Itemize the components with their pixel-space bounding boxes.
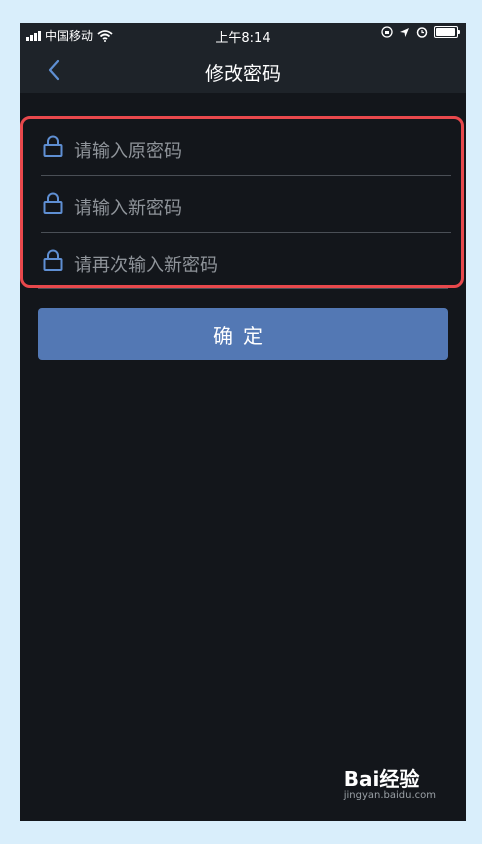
battery-icon [434,26,460,38]
confirm-button[interactable]: 确定 [38,308,448,360]
divider [38,288,448,289]
new-password-placeholder: 请输入新密码 [74,198,182,219]
watermark-url: jingyan.baidu.com [343,790,436,801]
page-title: 修改密码 [204,63,281,85]
alarm-icon [416,27,428,38]
watermark: Bai经验 jingyan.baidu.com [344,763,436,801]
lock-icon [43,135,63,157]
nav-bar: 修改密码 [20,47,466,93]
old-password-placeholder: 请输入原密码 [74,141,182,162]
watermark-brand-text: Bai经验 [343,767,420,791]
lock-icon [43,249,63,271]
rotation-lock-icon [381,26,393,38]
status-right [381,26,460,38]
location-icon [400,27,409,37]
lock-icon [43,192,63,214]
confirm-password-field[interactable]: 请再次输入新密码 [41,233,451,289]
old-password-field[interactable]: 请输入原密码 [41,119,451,175]
password-form: 请输入原密码 请输入新密码 请再次输入新密码 [20,116,464,288]
phone-screen: 中国移动 上午8:14 修改密码 请输入原密码 请输入新密码 请再次输入新密码 … [20,23,466,821]
new-password-field[interactable]: 请输入新密码 [41,176,451,232]
confirm-password-placeholder: 请再次输入新密码 [74,255,218,276]
watermark-brand: Bai经验 [344,763,436,792]
status-bar: 中国移动 上午8:14 [20,23,466,47]
